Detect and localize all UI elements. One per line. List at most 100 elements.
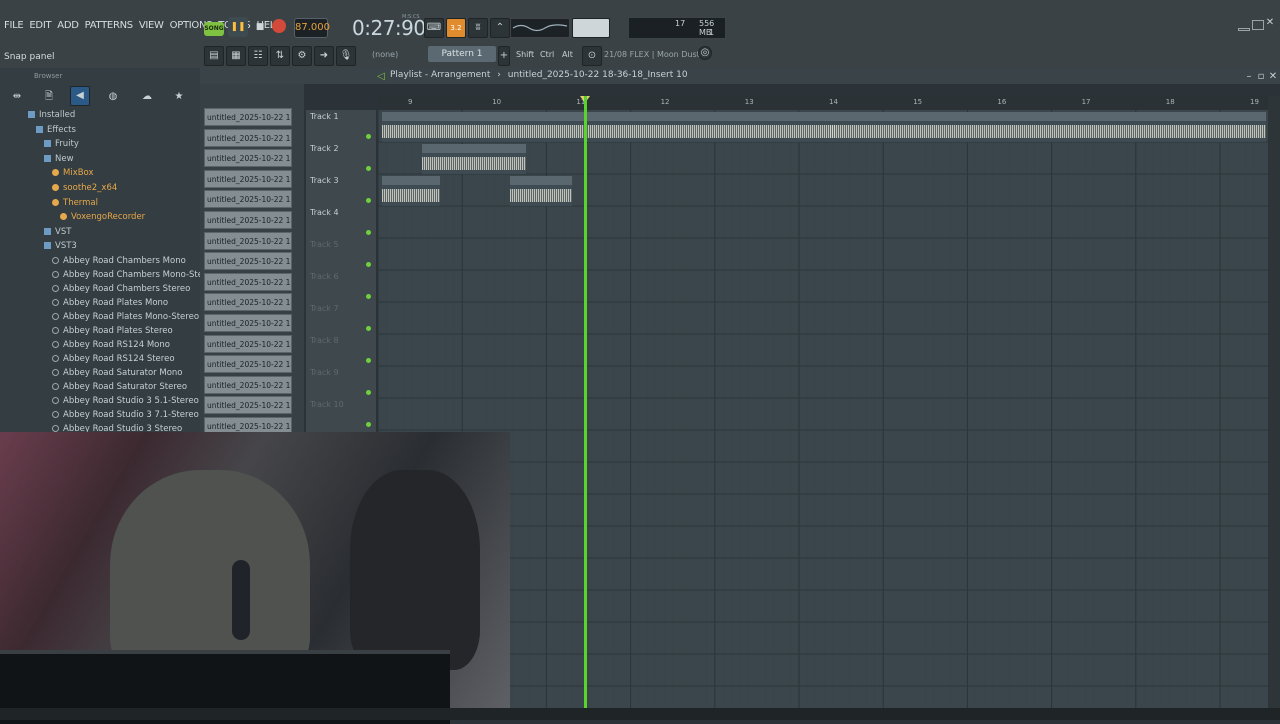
menu-file[interactable]: FILE <box>4 20 24 31</box>
browser-item[interactable]: VST <box>44 227 71 237</box>
browser-item[interactable]: Abbey Road Plates Stereo <box>52 326 173 336</box>
arrow-icon[interactable]: ➜ <box>314 46 334 66</box>
typing-keyboard-icon[interactable]: ⌨ <box>424 18 444 38</box>
pattern-button[interactable]: untitled_2025-10-22 18- <box>204 169 292 188</box>
record-button[interactable] <box>272 19 286 33</box>
track-label[interactable]: Track 8 <box>310 336 339 345</box>
pattern-button[interactable]: untitled_2025-10-22 18- <box>204 108 292 126</box>
browser-item[interactable]: MixBox <box>52 168 94 178</box>
browser-item[interactable]: Installed <box>28 110 75 120</box>
pattern-button[interactable]: untitled_2025-10-22 18- <box>204 190 292 209</box>
countdown-icon[interactable]: ⌃ <box>490 18 510 38</box>
master-volume-slider[interactable] <box>572 18 610 38</box>
file-icon[interactable]: 🗎 <box>40 88 58 106</box>
track-mute-led[interactable] <box>366 230 371 235</box>
playlist-close-icon[interactable]: ✕ <box>1264 68 1280 86</box>
audio-clip[interactable]: Instrumental E Minor 87 bpm <box>382 112 1266 142</box>
track-label[interactable]: Track 5 <box>310 240 339 249</box>
browser-item[interactable]: Fruity <box>44 139 79 149</box>
audio-clip[interactable]: untitle...sert 10 <box>382 176 440 206</box>
pattern-button[interactable]: untitled_2025-10-22 18- <box>204 211 292 229</box>
browser-item[interactable]: Effects <box>36 125 76 135</box>
close-icon[interactable]: ✕ <box>1264 17 1276 29</box>
track-label[interactable]: Track 7 <box>310 304 339 313</box>
menu-add[interactable]: ADD <box>57 20 79 31</box>
track-label[interactable]: Track 6 <box>310 272 339 281</box>
pattern-button[interactable]: untitled_2025-10-22 18- <box>204 128 292 147</box>
track-mute-led[interactable] <box>366 166 371 171</box>
track-mute-led[interactable] <box>366 198 371 203</box>
browser-item[interactable]: Abbey Road Studio 3 5.1-Stereo <box>52 396 199 406</box>
menu-edit[interactable]: EDIT <box>29 20 51 31</box>
restore-icon[interactable] <box>1252 20 1264 30</box>
track-mute-led[interactable] <box>366 134 371 139</box>
track-label[interactable]: Track 3 <box>310 176 339 185</box>
browser-item[interactable]: Abbey Road Chambers Stereo <box>52 284 190 294</box>
audio-clip[interactable]: untitled_2025-...2-44_Insert 10 <box>422 144 526 174</box>
track-mute-led[interactable] <box>366 358 371 363</box>
browser-item[interactable]: Abbey Road RS124 Mono <box>52 340 170 350</box>
browser-item[interactable]: Abbey Road Chambers Mono-Stereo <box>52 270 200 280</box>
browser-item[interactable]: Abbey Road Chambers Mono <box>52 256 186 266</box>
menu-view[interactable]: VIEW <box>139 20 164 31</box>
pattern-button[interactable]: untitled_2025-10-22 18- <box>204 293 292 312</box>
step-edit-icon[interactable]: 3.2 <box>446 18 466 38</box>
browser-item[interactable]: Thermal <box>52 198 98 208</box>
browser-item[interactable]: Abbey Road Studio 3 Stereo <box>52 424 182 432</box>
pattern-button[interactable]: untitled_2025-10-22 18- <box>204 272 292 291</box>
pattern-button[interactable]: untitled_2025-10-22 18- <box>204 231 292 250</box>
ctrl-key-toggle[interactable]: Ctrl <box>540 50 554 59</box>
browser-item[interactable]: Abbey Road Studio 3 7.1-Stereo <box>52 410 199 420</box>
stop-button[interactable]: ■ <box>250 17 270 37</box>
play-pause-button[interactable]: ❚❚ <box>228 17 248 37</box>
browser-item[interactable]: soothe2_x64 <box>52 183 117 193</box>
shift-key-toggle[interactable]: Shift <box>516 50 534 59</box>
pattern-button[interactable]: untitled_2025-10-22 18- <box>204 149 292 168</box>
track-label[interactable]: Track 2 <box>310 144 339 153</box>
metronome-icon[interactable]: ʬ <box>468 18 488 38</box>
add-pattern-icon[interactable]: + <box>498 46 510 66</box>
track-mute-led[interactable] <box>366 390 371 395</box>
browser-item[interactable]: Abbey Road Saturator Stereo <box>52 382 187 392</box>
globe-icon[interactable]: ◍ <box>104 88 122 106</box>
online-icon[interactable]: ◎ <box>698 46 712 60</box>
star-icon[interactable]: ★ <box>170 88 188 106</box>
alt-key-toggle[interactable]: Alt <box>562 50 573 59</box>
track-mute-led[interactable] <box>366 326 371 331</box>
browser-item[interactable]: New <box>44 154 74 164</box>
track-label[interactable]: Track 4 <box>310 208 339 217</box>
expand-icon[interactable]: ⇹ <box>8 88 26 106</box>
browser-item[interactable]: Abbey Road Plates Mono-Stereo <box>52 312 199 322</box>
track-mute-led[interactable] <box>366 294 371 299</box>
mixer-icon[interactable]: ⇅ <box>270 46 290 66</box>
track-label[interactable]: Track 9 <box>310 368 339 377</box>
track-mute-led[interactable] <box>366 262 371 267</box>
plugin-picker-icon[interactable]: ⚙ <box>292 46 312 66</box>
track-label[interactable]: Track 10 <box>310 400 344 409</box>
cloud-icon[interactable]: ☁ <box>138 88 156 106</box>
audio-clip[interactable]: untitled...nsert 10 <box>510 176 572 206</box>
browser-item[interactable]: Abbey Road Saturator Mono <box>52 368 182 378</box>
pattern-button[interactable]: untitled_2025-10-22 18- <box>204 396 292 415</box>
browser-item[interactable]: VoxengoRecorder <box>60 212 145 222</box>
pattern-button[interactable]: untitled_2025-10-22 18- <box>204 375 292 394</box>
timeline-ruler[interactable] <box>378 96 1268 110</box>
pattern-selector[interactable]: Pattern 1 <box>428 46 496 62</box>
microphone-icon[interactable]: 🎙 <box>336 46 356 66</box>
channel-rack-icon[interactable]: ☷ <box>248 46 268 66</box>
browser-item[interactable]: VST3 <box>44 241 77 251</box>
pattern-button[interactable]: untitled_2025-10-22 18- <box>204 252 292 271</box>
snap-select[interactable]: (none) <box>372 50 398 59</box>
playlist-icon[interactable]: ▤ <box>204 46 224 66</box>
menu-patterns[interactable]: PATTERNS <box>85 20 134 31</box>
piano-roll-icon[interactable]: ▦ <box>226 46 246 66</box>
pattern-button[interactable]: untitled_2025-10-22 18- <box>204 314 292 332</box>
browser-item[interactable]: Abbey Road RS124 Stereo <box>52 354 175 364</box>
plugin-db-icon[interactable]: ◀ <box>70 86 90 106</box>
pattern-button[interactable]: untitled_2025-10-22 18- <box>204 334 292 353</box>
browser-item[interactable]: Abbey Road Plates Mono <box>52 298 168 308</box>
speaker-icon[interactable]: ◁ <box>372 68 390 86</box>
pattern-button[interactable]: untitled_2025-10-22 18- <box>204 355 292 374</box>
song-mode-toggle[interactable]: SONG <box>204 22 224 36</box>
tempo-display[interactable]: 87.000 <box>294 18 330 38</box>
